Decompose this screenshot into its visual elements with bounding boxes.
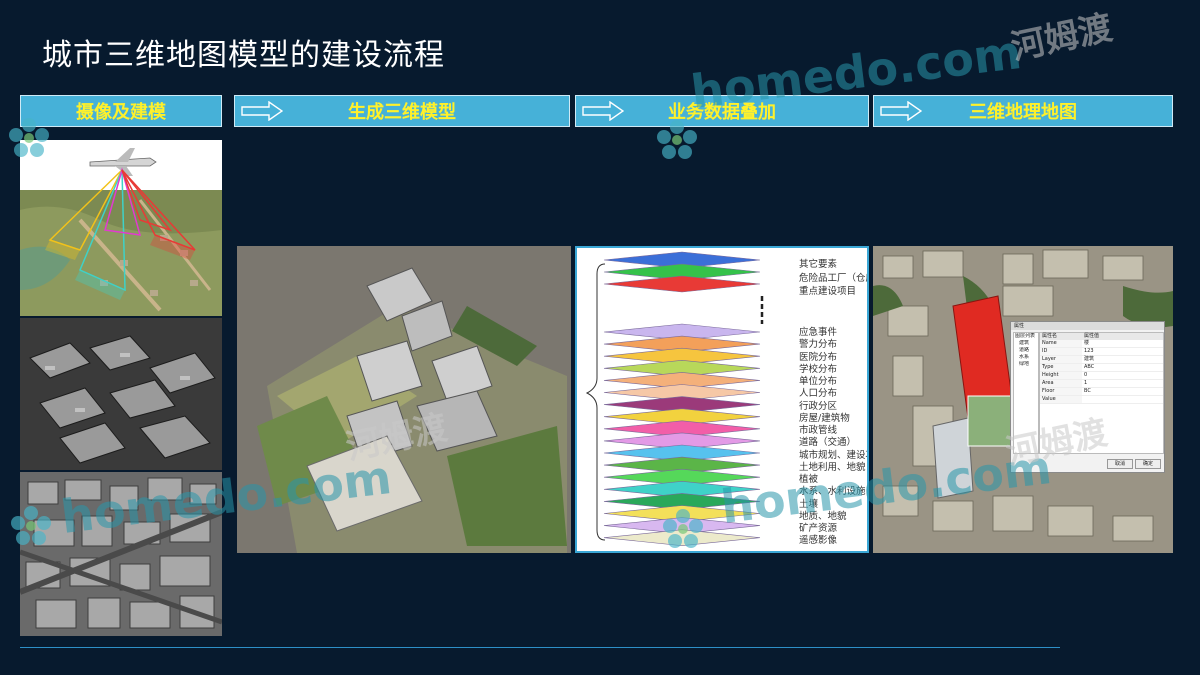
step-generate-model-label: 生成三维模型 — [348, 102, 456, 123]
attr-row: Value — [1040, 396, 1163, 404]
top-layer-label: 其它要素 — [799, 259, 838, 270]
attr-row-name: Value — [1040, 396, 1082, 403]
tree-item[interactable]: 道路 — [1014, 347, 1038, 354]
attr-row-value: BC — [1084, 388, 1091, 394]
3d-geographic-map-image: 属性 图层列表 建筑 道路 水系 绿地 属性名 属性值 Name 楼 ID 123 Layer 建… — [873, 246, 1173, 553]
attr-row-name: Type — [1040, 364, 1082, 371]
attr-row-name: Floor — [1040, 388, 1082, 395]
attr-row: Floor BC — [1040, 388, 1163, 396]
top-layer-label: 重点建设项目 — [799, 286, 857, 297]
step-capture-label: 摄像及建模 — [76, 102, 166, 123]
step-generate-model: 生成三维模型 — [234, 95, 570, 127]
watermark-text-cn: 河姆渡 — [1007, 7, 1116, 69]
cancel-button[interactable]: 取消 — [1107, 459, 1133, 469]
attr-row-name: Area — [1040, 380, 1082, 387]
attr-row: Area 1 — [1040, 380, 1163, 388]
attribute-tree: 图层列表 建筑 道路 水系 绿地 — [1013, 332, 1039, 454]
attribute-window-title: 属性 — [1011, 322, 1164, 330]
attr-row-value: ABC — [1084, 364, 1095, 370]
top-layer-2 — [603, 275, 761, 293]
attr-row-value — [1082, 396, 1084, 403]
bottom-divider — [20, 647, 1060, 648]
attr-col-name-header: 属性名 — [1042, 333, 1058, 339]
step-capture: 摄像及建模 — [20, 95, 222, 127]
attr-row-value: 建筑 — [1084, 356, 1095, 362]
top-layer-label: 危险品工厂（仓库） — [799, 272, 867, 284]
attr-row: Height 0 — [1040, 372, 1163, 380]
ok-button[interactable]: 确定 — [1135, 459, 1161, 469]
tree-item[interactable]: 水系 — [1014, 354, 1038, 361]
attr-row-value: 1 — [1084, 380, 1088, 386]
attr-row: Layer 建筑 — [1040, 356, 1163, 364]
tree-item[interactable]: 绿地 — [1014, 361, 1038, 368]
aerial-capture-image — [20, 140, 222, 316]
attr-row-name: Name — [1040, 340, 1082, 347]
bottom-layer-label: 遥感影像 — [799, 535, 838, 547]
attr-row-name: ID — [1040, 348, 1082, 355]
mesh-model-image — [20, 318, 222, 470]
step-business-data-label: 业务数据叠加 — [668, 102, 776, 123]
attr-row-value: 楼 — [1084, 340, 1090, 346]
attribute-table: 属性名 属性值 Name 楼 ID 123 Layer 建筑 Type ABC Height 0 A… — [1039, 332, 1164, 454]
oblique-city-image — [20, 472, 222, 636]
tree-item[interactable]: 建筑 — [1014, 340, 1038, 347]
attr-row-value: 0 — [1084, 372, 1088, 378]
attr-row-name: Layer — [1040, 356, 1082, 363]
page-title: 城市三维地图模型的建设流程 — [42, 38, 445, 73]
attr-row: ID 123 — [1040, 348, 1163, 356]
attr-row-name: Height — [1040, 372, 1082, 379]
attribute-window[interactable]: 属性 图层列表 建筑 道路 水系 绿地 属性名 属性值 Name 楼 ID 123 Layer 建… — [1010, 321, 1165, 473]
attr-col-value-header: 属性值 — [1084, 333, 1100, 339]
step-3d-map-label: 三维地理地图 — [969, 102, 1077, 123]
attr-row-value: 123 — [1084, 348, 1094, 354]
step-3d-map: 三维地理地图 — [873, 95, 1173, 127]
step-business-data: 业务数据叠加 — [575, 95, 869, 127]
tree-item[interactable]: 图层列表 — [1014, 333, 1038, 340]
attr-row: Name 楼 — [1040, 340, 1163, 348]
3d-model-image — [237, 246, 571, 553]
attr-row: Type ABC — [1040, 364, 1163, 372]
bottom-layer-17 — [603, 529, 761, 547]
business-layers-diagram: 其它要素危险品工厂（仓库）重点建设项目应急事件警力分布医院分布学校分布单位分布人… — [575, 246, 869, 553]
